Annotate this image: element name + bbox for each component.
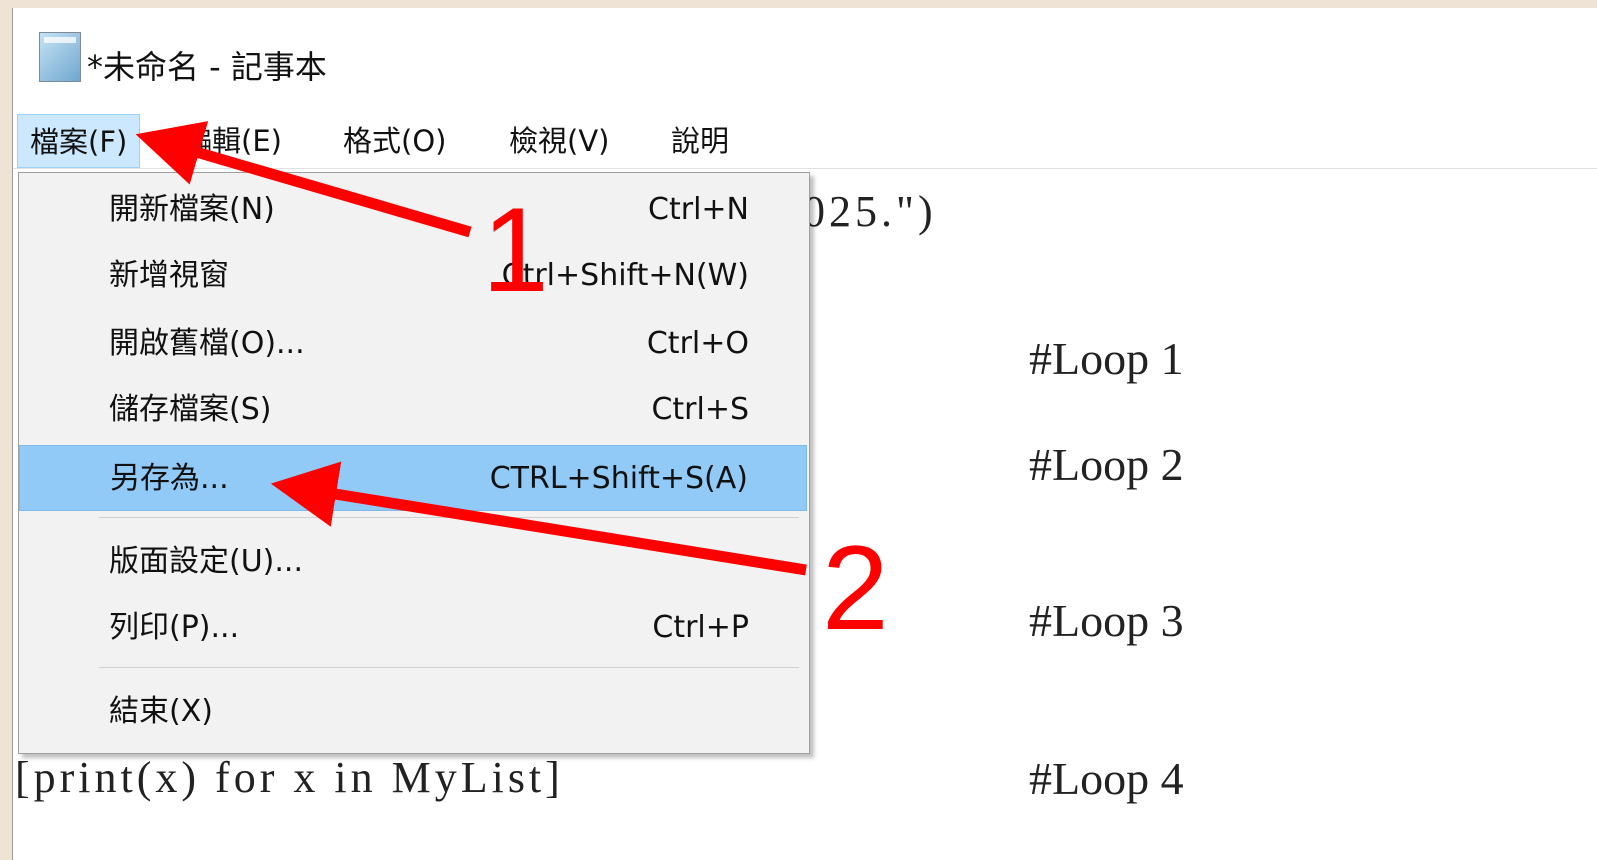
- menu-separator: [99, 667, 799, 668]
- menu-item-open[interactable]: 開啟舊檔(O)... Ctrl+O: [19, 311, 807, 377]
- menu-item-label: 新增視窗: [109, 258, 229, 293]
- menu-item-label: 開新檔案(N): [109, 192, 275, 227]
- menu-item-shortcut: Ctrl+P: [652, 610, 749, 645]
- menu-item-label: 列印(P)...: [109, 610, 240, 645]
- comment-loop-3: #Loop 3: [1029, 595, 1184, 646]
- comment-loop-1: #Loop 1: [1029, 333, 1184, 384]
- desktop-background-left: [0, 0, 12, 860]
- menu-item-save[interactable]: 儲存檔案(S) Ctrl+S: [19, 377, 807, 443]
- title-bar[interactable]: *未命名 - 記事本: [13, 8, 1597, 104]
- annotation-step-2: 2: [822, 521, 889, 655]
- menu-edit[interactable]: 編輯(E): [171, 114, 294, 168]
- code-line-fragment: 025."): [803, 187, 937, 236]
- menu-item-save-as[interactable]: 另存為... CTRL+Shift+S(A): [19, 445, 807, 511]
- menu-item-label: 另存為...: [110, 461, 229, 496]
- comment-loop-2: #Loop 2: [1029, 439, 1184, 490]
- menu-item-label: 開啟舊檔(O)...: [109, 326, 305, 361]
- menu-format[interactable]: 格式(O): [331, 114, 458, 168]
- menu-separator: [99, 517, 799, 518]
- menu-item-page-setup[interactable]: 版面設定(U)...: [19, 529, 807, 595]
- annotation-step-1: 1: [482, 183, 549, 317]
- menu-item-new-window[interactable]: 新增視窗 Ctrl+Shift+N(W): [19, 243, 807, 309]
- comment-loop-4: #Loop 4: [1029, 753, 1184, 804]
- desktop-background-top: [0, 0, 1597, 8]
- menu-item-label: 版面設定(U)...: [109, 544, 303, 579]
- menu-item-shortcut: Ctrl+O: [646, 326, 749, 361]
- menu-item-shortcut: CTRL+Shift+S(A): [489, 461, 748, 496]
- menu-help[interactable]: 說明: [659, 114, 741, 168]
- window-title: *未命名 - 記事本: [87, 48, 327, 86]
- code-line-loop4: [print(x) for x in MyList]: [15, 753, 564, 802]
- file-menu-dropdown: 開新檔案(N) Ctrl+N 新增視窗 Ctrl+Shift+N(W) 開啟舊檔…: [18, 172, 810, 754]
- menu-item-label: 結束(X): [109, 694, 213, 729]
- menu-item-new[interactable]: 開新檔案(N) Ctrl+N: [19, 177, 807, 243]
- menu-item-exit[interactable]: 結束(X): [19, 679, 807, 745]
- notepad-icon: [39, 32, 81, 82]
- menu-item-shortcut: Ctrl+S: [651, 392, 749, 427]
- menu-file[interactable]: 檔案(F): [17, 114, 141, 168]
- menu-bar: 檔案(F) 編輯(E) 格式(O) 檢視(V) 說明: [13, 114, 1597, 169]
- menu-view[interactable]: 檢視(V): [497, 114, 621, 168]
- menu-item-shortcut: Ctrl+N: [648, 192, 749, 227]
- menu-item-print[interactable]: 列印(P)... Ctrl+P: [19, 595, 807, 661]
- menu-item-label: 儲存檔案(S): [109, 392, 272, 427]
